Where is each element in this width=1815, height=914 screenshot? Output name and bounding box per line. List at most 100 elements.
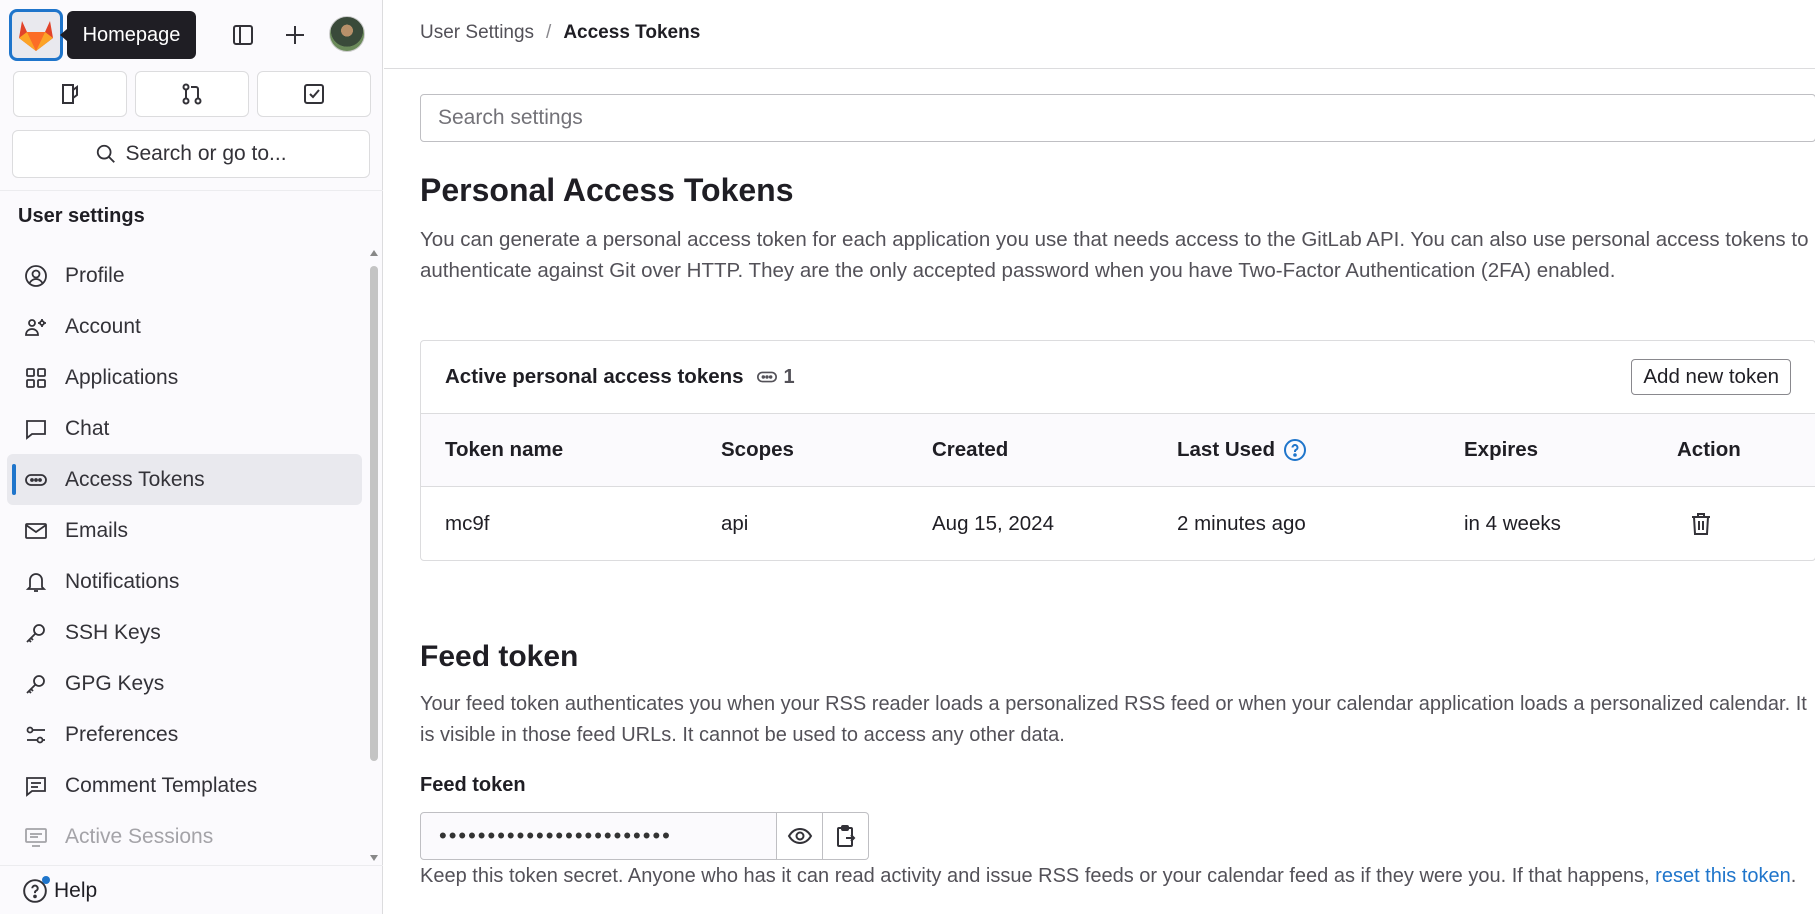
chat-icon (23, 416, 49, 442)
todos-button[interactable] (257, 71, 371, 117)
sidebar-item-access-tokens[interactable]: Access Tokens (7, 454, 362, 505)
token-count-value: 1 (783, 365, 795, 388)
homepage-button[interactable] (9, 9, 63, 61)
scroll-thumb[interactable] (370, 266, 378, 761)
eye-icon (787, 827, 812, 845)
sidebar-section-title: User settings (18, 205, 145, 227)
create-new-button[interactable] (275, 15, 315, 55)
main-content: User Settings / Access Tokens Search set… (384, 0, 1815, 914)
token-name-cell: mc9f (445, 511, 490, 535)
table-header: Token name Scopes Created Last Used Expi… (421, 414, 1815, 487)
sidebar-item-chat[interactable]: Chat (7, 403, 362, 454)
sidebar-item-label: Active Sessions (65, 824, 214, 848)
mail-icon (23, 518, 49, 544)
scroll-down-icon (370, 855, 378, 861)
sidebar-item-label: SSH Keys (65, 620, 161, 644)
search-or-go-button[interactable]: Search or go to... (12, 130, 370, 178)
sidebar: Homepage Search or go to... User setting… (0, 0, 383, 914)
feed-token-input[interactable]: •••••••••••••••••••••••• (420, 812, 777, 860)
gitlab-logo-icon (19, 21, 53, 51)
notification-dot (42, 876, 50, 884)
preferences-icon (23, 722, 49, 748)
breadcrumb-access-tokens[interactable]: Access Tokens (563, 22, 700, 44)
column-last-used[interactable]: Last Used (1177, 414, 1307, 486)
sidebar-item-label: Preferences (65, 722, 179, 746)
column-token-name[interactable]: Token name (445, 414, 563, 486)
plus-icon (286, 26, 304, 44)
sidebar-item-gpg-keys[interactable]: GPG Keys (7, 658, 362, 709)
copy-token-button[interactable] (823, 812, 869, 860)
divider (0, 865, 383, 866)
token-icon (756, 371, 777, 383)
last-used-cell: 2 minutes ago (1177, 511, 1306, 535)
sidebar-item-ssh-keys[interactable]: SSH Keys (7, 607, 362, 658)
comment-icon (23, 773, 49, 799)
expires-cell: in 4 weeks (1464, 511, 1561, 535)
token-icon (23, 467, 49, 493)
card-header: Active personal access tokens 1 Add new … (421, 341, 1815, 414)
sidebar-item-label: Account (65, 314, 141, 338)
help-button[interactable]: Help (22, 876, 98, 904)
profile-icon (23, 263, 49, 289)
feed-token-field: •••••••••••••••••••••••• (420, 812, 869, 860)
issues-button[interactable] (13, 71, 127, 117)
sidebar-item-label: Applications (65, 365, 179, 389)
account-icon (23, 314, 49, 340)
column-expires[interactable]: Expires (1464, 414, 1538, 486)
column-action: Action (1677, 438, 1741, 461)
divider (384, 68, 1815, 69)
sidebar-item-profile[interactable]: Profile (7, 250, 362, 301)
sidebar-item-comment-templates[interactable]: Comment Templates (7, 760, 362, 811)
sidebar-item-emails[interactable]: Emails (7, 505, 362, 556)
sidebar-item-label: GPG Keys (65, 671, 165, 695)
homepage-tooltip: Homepage (60, 11, 196, 59)
copy-icon (836, 825, 855, 847)
column-scopes[interactable]: Scopes (721, 414, 794, 486)
sidebar-item-preferences[interactable]: Preferences (7, 709, 362, 760)
merge-request-icon (182, 83, 202, 105)
merge-requests-button[interactable] (135, 71, 249, 117)
feed-token-description: Your feed token authenticates you when y… (420, 693, 1807, 746)
card-title: Active personal access tokens (445, 365, 744, 388)
sidebar-item-label: Chat (65, 416, 110, 440)
toggle-sidebar-button[interactable] (223, 15, 263, 55)
pat-description: You can generate a personal access token… (420, 228, 1809, 282)
active-tokens-card: Active personal access tokens 1 Add new … (420, 340, 1815, 561)
sidebar-nav: Profile Account Applications Chat Access… (7, 250, 362, 860)
column-created[interactable]: Created (932, 414, 1008, 486)
sidebar-item-label: Profile (65, 263, 125, 287)
sidebar-item-label: Emails (65, 518, 129, 542)
search-or-go-label: Search or go to... (125, 142, 287, 165)
sidebar-item-applications[interactable]: Applications (7, 352, 362, 403)
reveal-token-button[interactable] (777, 812, 823, 860)
key-icon (23, 620, 49, 646)
add-new-token-button[interactable]: Add new token (1631, 359, 1791, 395)
sidebar-item-account[interactable]: Account (7, 301, 362, 352)
revoke-button[interactable] (1689, 487, 1713, 560)
breadcrumb-user-settings[interactable]: User Settings (420, 22, 534, 44)
feed-token-help-text: Keep this token secret. Anyone who has i… (420, 865, 1656, 887)
search-icon (97, 144, 116, 163)
help-label: Help (54, 879, 98, 902)
applications-icon (23, 365, 49, 391)
feed-token-help: Keep this token secret. Anyone who has i… (420, 864, 1815, 889)
sidebar-scrollbar[interactable] (369, 248, 379, 863)
sidebar-item-label: Access Tokens (65, 467, 205, 491)
search-settings-input[interactable]: Search settings (420, 94, 1815, 142)
sidebar-item-active-sessions[interactable]: Active Sessions (7, 811, 362, 860)
help-icon (22, 876, 50, 904)
todo-icon (304, 84, 324, 104)
reset-token-link[interactable]: reset this token (1655, 865, 1791, 887)
bell-icon (23, 569, 49, 595)
scroll-up-icon (370, 250, 378, 256)
created-cell: Aug 15, 2024 (932, 511, 1054, 535)
feed-token-help-suffix: . (1790, 865, 1797, 887)
question-icon[interactable] (1283, 438, 1307, 462)
sidebar-topbar: Homepage (0, 0, 383, 70)
sidebar-item-notifications[interactable]: Notifications (7, 556, 362, 607)
user-avatar[interactable] (329, 16, 365, 52)
breadcrumb: User Settings / Access Tokens (420, 22, 700, 44)
issues-icon (62, 84, 78, 104)
key-icon (23, 671, 49, 697)
breadcrumb-separator: / (546, 22, 552, 43)
